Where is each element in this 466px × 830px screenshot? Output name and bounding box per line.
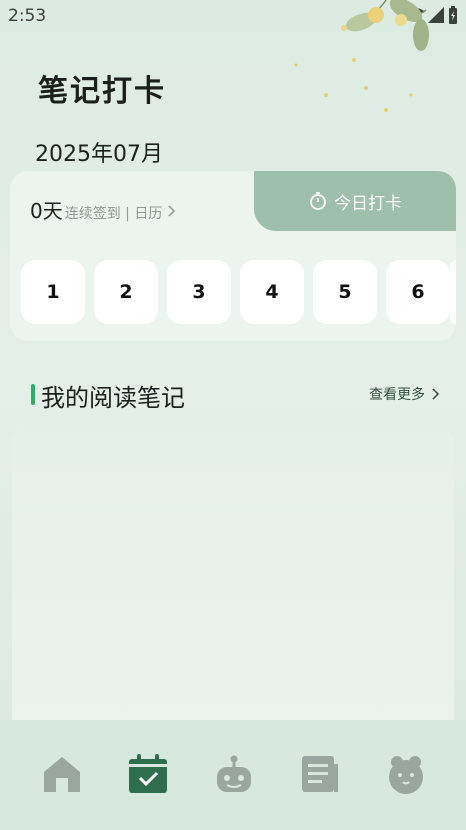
day-item-3[interactable]: 3 — [167, 260, 231, 324]
home-icon[interactable] — [42, 754, 82, 794]
streak-calendar-link[interactable]: 连续签到 | 日历 — [65, 203, 163, 223]
flower-decoration-icon — [294, 0, 429, 112]
stopwatch-icon — [310, 192, 326, 210]
checkin-card: 0天 连续签到 | 日历 今日打卡 1 2 3 4 5 6 — [10, 171, 456, 341]
calendar-check-icon[interactable] — [128, 754, 168, 794]
notes-section-title: 我的阅读笔记 — [41, 384, 185, 412]
section-accent-bar — [31, 384, 35, 405]
notes-section-header: 我的阅读笔记 查看更多 — [31, 378, 441, 412]
day-item-1[interactable]: 1 — [21, 260, 85, 324]
robot-icon[interactable] — [214, 754, 254, 794]
view-more-link[interactable]: 查看更多 — [369, 384, 441, 404]
day-item-4[interactable]: 4 — [240, 260, 304, 324]
day-list: 1 2 3 4 5 6 — [21, 260, 450, 324]
view-more-label: 查看更多 — [369, 387, 425, 403]
streak-count: 0天 — [30, 199, 63, 223]
status-time: 2:53 — [8, 6, 47, 26]
battery-icon — [449, 6, 457, 24]
day-item-partial[interactable] — [450, 260, 456, 324]
day-item-5[interactable]: 5 — [313, 260, 377, 324]
bottom-tab-bar — [0, 720, 466, 830]
document-icon[interactable] — [300, 754, 340, 794]
page-title: 笔记打卡 — [38, 74, 166, 109]
day-item-6[interactable]: 6 — [386, 260, 450, 324]
mascot-icon[interactable] — [386, 754, 426, 794]
day-item-2[interactable]: 2 — [94, 260, 158, 324]
streak-summary[interactable]: 0天 连续签到 | 日历 — [30, 195, 178, 224]
notes-list-panel — [12, 431, 454, 751]
today-checkin-button[interactable]: 今日打卡 — [254, 171, 456, 231]
chevron-right-icon — [168, 205, 176, 217]
month-label[interactable]: 2025年07月 — [35, 136, 163, 168]
chevron-right-icon — [432, 388, 440, 400]
today-checkin-label: 今日打卡 — [334, 193, 402, 214]
